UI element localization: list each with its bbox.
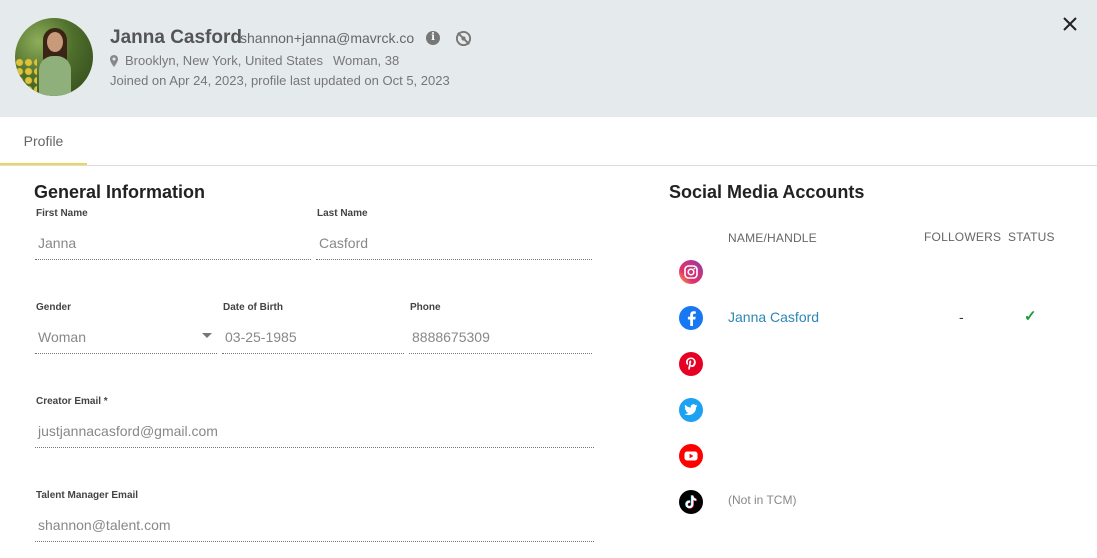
general-info-title: General Information (34, 182, 206, 202)
dob-label: Date of Birth (223, 302, 283, 313)
pinterest-icon[interactable] (679, 352, 703, 376)
location-row: Brooklyn, New York, United States Woman,… (110, 53, 399, 68)
facebook-status-check-icon: ✓ (1024, 308, 1037, 325)
info-icon[interactable]: i (426, 31, 440, 45)
creator-email-label: Creator Email * (36, 396, 108, 407)
facebook-followers: - (959, 309, 964, 325)
col-handle: NAME/HANDLE (728, 231, 817, 245)
facebook-handle-link[interactable]: Janna Casford (728, 309, 819, 325)
location-off-icon[interactable] (455, 30, 472, 47)
col-followers: FOLLOWERS (924, 230, 1002, 244)
youtube-icon[interactable] (679, 444, 703, 468)
avatar (15, 18, 93, 96)
tab-bar: Profile (0, 117, 1097, 166)
instagram-icon[interactable] (679, 260, 703, 284)
profile-joined: Joined on Apr 24, 2023, profile last upd… (110, 73, 450, 88)
phone-field[interactable]: 8888675309 (409, 329, 592, 354)
close-icon[interactable] (1061, 15, 1079, 33)
twitter-icon[interactable] (679, 398, 703, 422)
pin-icon (110, 54, 118, 67)
first-name-field[interactable]: Janna (35, 235, 311, 260)
talent-manager-email-field[interactable]: shannon@talent.com (35, 517, 594, 542)
dob-field[interactable]: 03-25-1985 (222, 329, 404, 354)
last-name-field[interactable]: Casford (316, 235, 592, 260)
facebook-icon[interactable] (679, 306, 703, 330)
gender-select[interactable]: Woman (35, 329, 217, 354)
first-name-label: First Name (36, 208, 88, 219)
gender-label: Gender (36, 302, 72, 313)
social-accounts-title: Social Media Accounts (669, 182, 865, 202)
phone-label: Phone (410, 302, 441, 313)
tiktok-icon[interactable] (679, 490, 703, 514)
profile-header: Janna Casford shannon+janna@mavrck.co i … (0, 0, 1097, 117)
profile-email: shannon+janna@mavrck.co (240, 30, 415, 46)
tiktok-not-in-tcm: (Not in TCM) (728, 493, 797, 507)
profile-demographics: Woman, 38 (333, 53, 400, 68)
talent-manager-email-label: Talent Manager Email (36, 490, 139, 501)
profile-location: Brooklyn, New York, United States (125, 53, 323, 68)
last-name-label: Last Name (317, 208, 368, 219)
tab-profile[interactable]: Profile (0, 117, 87, 165)
profile-name: Janna Casford (110, 27, 242, 48)
col-status: STATUS (1008, 230, 1055, 244)
chevron-down-icon[interactable] (202, 333, 212, 338)
creator-email-field[interactable]: justjannacasford@gmail.com (35, 423, 594, 448)
